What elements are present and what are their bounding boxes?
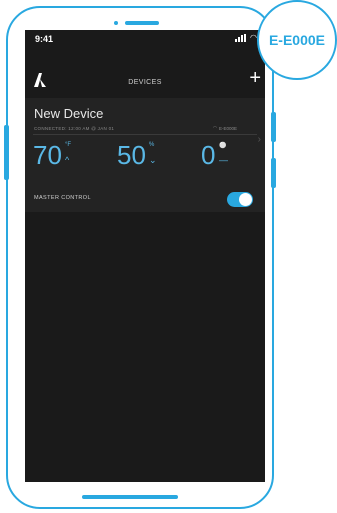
temperature-up-icon[interactable]: ^ bbox=[65, 156, 69, 165]
master-control-toggle[interactable] bbox=[227, 192, 253, 207]
fan-icon: ⚪ bbox=[219, 143, 227, 149]
humidity-value: 50 bbox=[117, 140, 146, 170]
fan-reading[interactable]: 0 ⚪ — bbox=[201, 140, 228, 170]
camera-dot bbox=[114, 21, 118, 25]
wifi-icon: ◠ bbox=[213, 125, 217, 130]
master-control-row: MASTER CONTROL bbox=[25, 184, 265, 212]
status-bar: 9:41 ◠ bbox=[25, 30, 265, 54]
wifi-icon: ◠ bbox=[250, 33, 257, 42]
add-device-button[interactable]: + bbox=[249, 68, 261, 88]
chevron-right-icon[interactable]: › bbox=[258, 134, 261, 145]
status-time: 9:41 bbox=[35, 34, 54, 44]
temperature-unit: °F bbox=[65, 142, 72, 148]
nav-bar: DEVICES + bbox=[25, 68, 265, 94]
device-connected-text: CONNECTED: 12:00 AM @ JAN 01 bbox=[34, 126, 115, 131]
signal-icon bbox=[235, 34, 247, 42]
side-button-right-top bbox=[271, 112, 276, 142]
app-screen: 9:41 ◠ DEVICES + New Device CONNECTED: 1… bbox=[25, 30, 265, 482]
device-id-badge: E-E000E bbox=[257, 0, 337, 80]
status-icons: ◠ bbox=[235, 34, 257, 42]
side-button-right-bottom bbox=[271, 158, 276, 188]
badge-text: E-E000E bbox=[268, 32, 326, 48]
page-title: DEVICES bbox=[128, 79, 162, 86]
fan-minus-icon[interactable]: — bbox=[219, 156, 228, 165]
temperature-reading[interactable]: 70 °F ^ bbox=[33, 140, 71, 170]
device-id-label: E-E000E bbox=[218, 125, 237, 131]
device-name: New Device bbox=[34, 106, 104, 121]
speaker-grille bbox=[125, 21, 159, 25]
home-indicator bbox=[82, 495, 178, 499]
humidity-unit: % bbox=[149, 142, 155, 148]
temperature-value: 70 bbox=[33, 140, 62, 170]
master-control-label: MASTER CONTROL bbox=[34, 195, 91, 201]
toggle-knob bbox=[239, 193, 252, 206]
card-divider bbox=[33, 134, 257, 135]
humidity-reading[interactable]: 50 % ⌄ bbox=[117, 140, 157, 170]
device-id: ◠ E-E000E bbox=[213, 125, 237, 131]
side-button-left bbox=[4, 125, 9, 180]
humidity-down-icon[interactable]: ⌄ bbox=[149, 156, 157, 165]
fan-value: 0 bbox=[201, 140, 216, 170]
